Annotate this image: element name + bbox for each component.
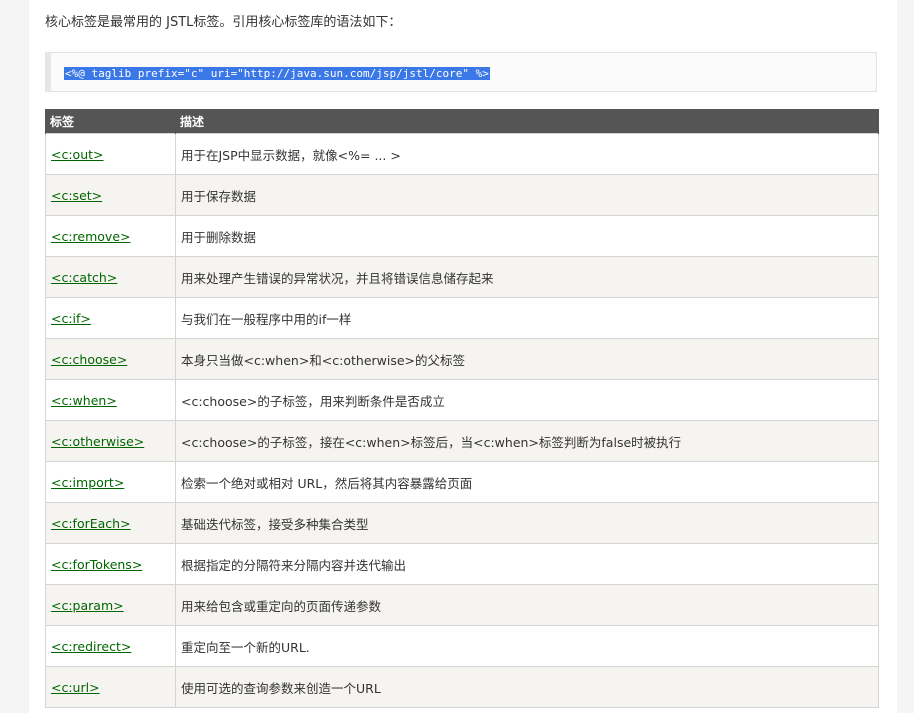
tag-link[interactable]: <c:param> <box>51 598 124 613</box>
table-header-row: 标签 描述 <box>45 109 879 134</box>
table-row: <c:set> 用于保存数据 <box>45 174 879 216</box>
table-row: <c:remove> 用于删除数据 <box>45 215 879 257</box>
description-cell: 基础迭代标签，接受多种集合类型 <box>175 502 879 544</box>
jstl-tag-table: 标签 描述 <c:out> 用于在JSP中显示数据，就像<%= ... > <c:s… <box>45 109 879 708</box>
tag-link[interactable]: <c:out> <box>51 147 104 162</box>
tag-cell: <c:otherwise> <box>45 420 176 462</box>
table-row: <c:import> 检索一个绝对或相对 URL，然后将其内容暴露给页面 <box>45 461 879 503</box>
tag-link[interactable]: <c:url> <box>51 680 100 695</box>
intro-text: 核心标签是最常用的 JSTL标签。引用核心标签库的语法如下： <box>45 15 402 30</box>
description-cell: 用于保存数据 <box>175 174 879 216</box>
description-cell: 检索一个绝对或相对 URL，然后将其内容暴露给页面 <box>175 461 879 503</box>
description-cell: 根据指定的分隔符来分隔内容并迭代输出 <box>175 543 879 585</box>
table-row: <c:out> 用于在JSP中显示数据，就像<%= ... > <box>45 133 879 175</box>
table-row: <c:otherwise> <c:choose>的子标签，接在<c:when>标签… <box>45 420 879 462</box>
tag-link[interactable]: <c:catch> <box>51 270 117 285</box>
tag-link[interactable]: <c:redirect> <box>51 639 131 654</box>
description-cell: 用于删除数据 <box>175 215 879 257</box>
table-row: <c:catch> 用来处理产生错误的异常状况，并且将错误信息储存起来 <box>45 256 879 298</box>
description-cell: 用来处理产生错误的异常状况，并且将错误信息储存起来 <box>175 256 879 298</box>
tag-link[interactable]: <c:forEach> <box>51 516 131 531</box>
tag-cell: <c:param> <box>45 584 176 626</box>
tag-cell: <c:forEach> <box>45 502 176 544</box>
table-row: <c:redirect> 重定向至一个新的URL. <box>45 625 879 667</box>
tag-link[interactable]: <c:when> <box>51 393 117 408</box>
tag-cell: <c:choose> <box>45 338 176 380</box>
table-row: <c:when> <c:choose>的子标签，用来判断条件是否成立 <box>45 379 879 421</box>
tag-cell: <c:import> <box>45 461 176 503</box>
tag-link[interactable]: <c:remove> <box>51 229 131 244</box>
tag-cell: <c:set> <box>45 174 176 216</box>
tag-cell: <c:when> <box>45 379 176 421</box>
code-block-bar <box>46 53 51 91</box>
tag-link[interactable]: <c:forTokens> <box>51 557 142 572</box>
table-row: <c:param> 用来给包含或重定向的页面传递参数 <box>45 584 879 626</box>
description-cell: 重定向至一个新的URL. <box>175 625 879 667</box>
description-cell: 本身只当做<c:when>和<c:otherwise>的父标签 <box>175 338 879 380</box>
header-description: 描述 <box>175 109 879 134</box>
header-tag: 标签 <box>45 109 176 134</box>
tag-cell: <c:redirect> <box>45 625 176 667</box>
table-row: <c:forTokens> 根据指定的分隔符来分隔内容并迭代输出 <box>45 543 879 585</box>
table-row: <c:choose> 本身只当做<c:when>和<c:otherwise>的父标… <box>45 338 879 380</box>
tag-cell: <c:if> <box>45 297 176 339</box>
description-cell: 用来给包含或重定向的页面传递参数 <box>175 584 879 626</box>
tag-link[interactable]: <c:set> <box>51 188 102 203</box>
code-text[interactable]: <%@ taglib prefix="c" uri="http://java.s… <box>64 67 490 80</box>
article-content: 核心标签是最常用的 JSTL标签。引用核心标签库的语法如下： <%@ tagli… <box>29 0 897 713</box>
tag-cell: <c:out> <box>45 133 176 175</box>
description-cell: <c:choose>的子标签，用来判断条件是否成立 <box>175 379 879 421</box>
tag-link[interactable]: <c:otherwise> <box>51 434 144 449</box>
description-cell: 用于在JSP中显示数据，就像<%= ... > <box>175 133 879 175</box>
description-cell: 与我们在一般程序中用的if一样 <box>175 297 879 339</box>
table-row: <c:forEach> 基础迭代标签，接受多种集合类型 <box>45 502 879 544</box>
code-block: <%@ taglib prefix="c" uri="http://java.s… <box>45 52 877 92</box>
description-cell: <c:choose>的子标签，接在<c:when>标签后，当<c:when>标签… <box>175 420 879 462</box>
tag-cell: <c:forTokens> <box>45 543 176 585</box>
tag-link[interactable]: <c:if> <box>51 311 91 326</box>
description-cell: 使用可选的查询参数来创造一个URL <box>175 666 879 708</box>
table-row: <c:url> 使用可选的查询参数来创造一个URL <box>45 666 879 708</box>
tag-link[interactable]: <c:import> <box>51 475 124 490</box>
tag-link[interactable]: <c:choose> <box>51 352 127 367</box>
tag-cell: <c:url> <box>45 666 176 708</box>
tag-cell: <c:remove> <box>45 215 176 257</box>
table-row: <c:if> 与我们在一般程序中用的if一样 <box>45 297 879 339</box>
tag-cell: <c:catch> <box>45 256 176 298</box>
